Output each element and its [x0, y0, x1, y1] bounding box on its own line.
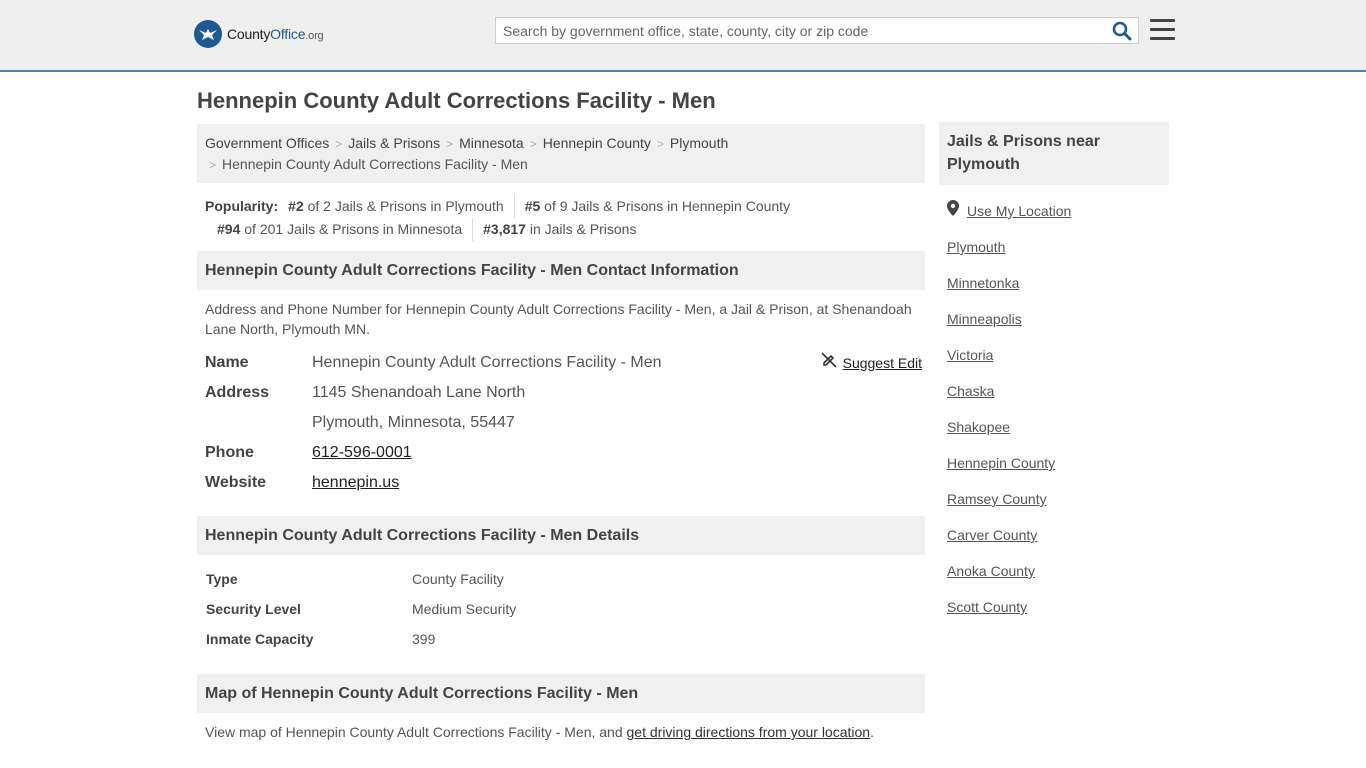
popularity-section: Popularity: #2 of 2 Jails & Prisons in Pl…: [197, 183, 925, 241]
chevron-right-icon: >: [446, 137, 454, 151]
detail-row-security: Security Level Medium Security: [197, 594, 925, 624]
nearby-item: Minnetonka: [939, 265, 1169, 301]
nearby-link-minneapolis[interactable]: Minneapolis: [947, 311, 1022, 327]
logo-text: CountyOffice.org: [227, 26, 324, 42]
suggest-edit-link[interactable]: Suggest Edit: [843, 348, 922, 378]
website-label: Website: [205, 474, 267, 491]
popularity-label: Popularity:: [205, 198, 279, 214]
sidebar-heading: Jails & Prisons near Plymouth: [939, 122, 1169, 185]
breadcrumb-plymouth[interactable]: Plymouth: [670, 135, 728, 151]
hamburger-menu-icon[interactable]: [1150, 19, 1175, 46]
map-heading: Map of Hennepin County Adult Corrections…: [197, 674, 925, 713]
address-line2: Plymouth, Minnesota, 55447: [312, 414, 515, 431]
nearby-item: Anoka County: [939, 553, 1169, 589]
breadcrumb-hennepin-county[interactable]: Hennepin County: [543, 135, 651, 151]
nearby-item: Chaska: [939, 373, 1169, 409]
contact-heading: Hennepin County Adult Corrections Facili…: [197, 251, 925, 290]
popularity-rank-state: #94 of 201 Jails & Prisons in Minnesota: [217, 221, 463, 237]
site-logo[interactable]: CountyOffice.org: [194, 20, 324, 48]
details-table: Type County Facility Security Level Medi…: [197, 555, 925, 654]
nearby-item: Ramsey County: [939, 481, 1169, 517]
contact-description: Address and Phone Number for Hennepin Co…: [205, 301, 912, 337]
nearby-link-hennepin-county[interactable]: Hennepin County: [947, 455, 1055, 471]
main-content: Government Offices > Jails & Prisons > Minne…: [197, 124, 925, 751]
eagle-icon: [194, 20, 222, 48]
use-location-link[interactable]: Use My Location: [967, 193, 1071, 229]
breadcrumb-government-offices[interactable]: Government Offices: [205, 135, 329, 151]
nearby-link-shakopee[interactable]: Shakopee: [947, 419, 1010, 435]
site-header: CountyOffice.org: [0, 0, 1366, 72]
phone-label: Phone: [205, 444, 254, 461]
address-line1: 1145 Shenandoah Lane North: [312, 384, 526, 401]
address-row-2: Plymouth, Minnesota, 55447: [197, 408, 925, 438]
phone-link[interactable]: 612-596-0001: [312, 438, 412, 468]
detail-label: Security Level: [206, 601, 301, 617]
address-row: Address 1145 Shenandoah Lane North: [197, 378, 925, 408]
map-pin-icon: [947, 193, 959, 229]
website-link[interactable]: hennepin.us: [312, 468, 399, 498]
nearby-link-minnetonka[interactable]: Minnetonka: [947, 275, 1019, 291]
suggest-edit[interactable]: Suggest Edit: [821, 348, 922, 378]
chevron-right-icon: >: [335, 137, 343, 151]
map-description: View map of Hennepin County Adult Correc…: [205, 724, 874, 740]
edit-off-icon: [821, 348, 837, 378]
search-input[interactable]: [496, 18, 1110, 43]
nearby-item: Plymouth: [939, 229, 1169, 265]
use-location[interactable]: Use My Location: [939, 193, 1169, 229]
name-value: Hennepin County Adult Corrections Facili…: [312, 354, 662, 371]
nearby-link-chaska[interactable]: Chaska: [947, 383, 994, 399]
nearby-link-plymouth[interactable]: Plymouth: [947, 239, 1005, 255]
nearby-link-carver-county[interactable]: Carver County: [947, 527, 1037, 543]
nearby-item: Carver County: [939, 517, 1169, 553]
nearby-item: Victoria: [939, 337, 1169, 373]
details-heading: Hennepin County Adult Corrections Facili…: [197, 516, 925, 555]
detail-label: Type: [206, 571, 238, 587]
name-row: Name Hennepin County Adult Corrections F…: [197, 348, 925, 378]
detail-label: Inmate Capacity: [206, 631, 314, 647]
chevron-right-icon: >: [529, 137, 537, 151]
phone-row: Phone 612-596-0001: [197, 438, 925, 468]
sidebar: Jails & Prisons near Plymouth Use My Loc…: [939, 122, 1169, 625]
detail-value: 399: [412, 631, 436, 647]
nearby-item: Scott County: [939, 589, 1169, 625]
contact-info: Name Hennepin County Adult Corrections F…: [197, 348, 925, 498]
breadcrumb-current: Hennepin County Adult Corrections Facili…: [222, 156, 528, 172]
breadcrumb-jails-prisons[interactable]: Jails & Prisons: [348, 135, 440, 151]
nearby-item: Shakopee: [939, 409, 1169, 445]
nearby-link-anoka-county[interactable]: Anoka County: [947, 563, 1035, 579]
address-label: Address: [205, 384, 270, 401]
nearby-link-scott-county[interactable]: Scott County: [947, 599, 1027, 615]
search-box: [495, 17, 1139, 44]
breadcrumb-minnesota[interactable]: Minnesota: [459, 135, 524, 151]
name-label: Name: [205, 354, 249, 371]
detail-value: County Facility: [412, 571, 504, 587]
nearby-item: Minneapolis: [939, 301, 1169, 337]
driving-directions-link[interactable]: get driving directions from your locatio…: [627, 724, 871, 740]
popularity-rank-city: #2 of 2 Jails & Prisons in Plymouth: [288, 198, 504, 214]
website-row: Website hennepin.us: [197, 468, 925, 498]
nearby-link-ramsey-county[interactable]: Ramsey County: [947, 491, 1047, 507]
breadcrumb: Government Offices > Jails & Prisons > Minne…: [197, 124, 925, 183]
detail-value: Medium Security: [412, 601, 517, 617]
nearby-item: Hennepin County: [939, 445, 1169, 481]
popularity-rank-overall: #3,817 in Jails & Prisons: [472, 218, 646, 241]
nearby-link-victoria[interactable]: Victoria: [947, 347, 993, 363]
nearby-list: Use My Location Plymouth Minnetonka Minn…: [939, 193, 1169, 625]
search-icon[interactable]: [1112, 21, 1132, 46]
detail-row-capacity: Inmate Capacity 399: [197, 624, 925, 654]
chevron-right-icon: >: [209, 158, 217, 172]
detail-row-type: Type County Facility: [197, 564, 925, 594]
popularity-rank-county: #5 of 9 Jails & Prisons in Hennepin Coun…: [513, 195, 800, 218]
page-title: Hennepin County Adult Corrections Facili…: [197, 88, 716, 113]
chevron-right-icon: >: [656, 137, 664, 151]
